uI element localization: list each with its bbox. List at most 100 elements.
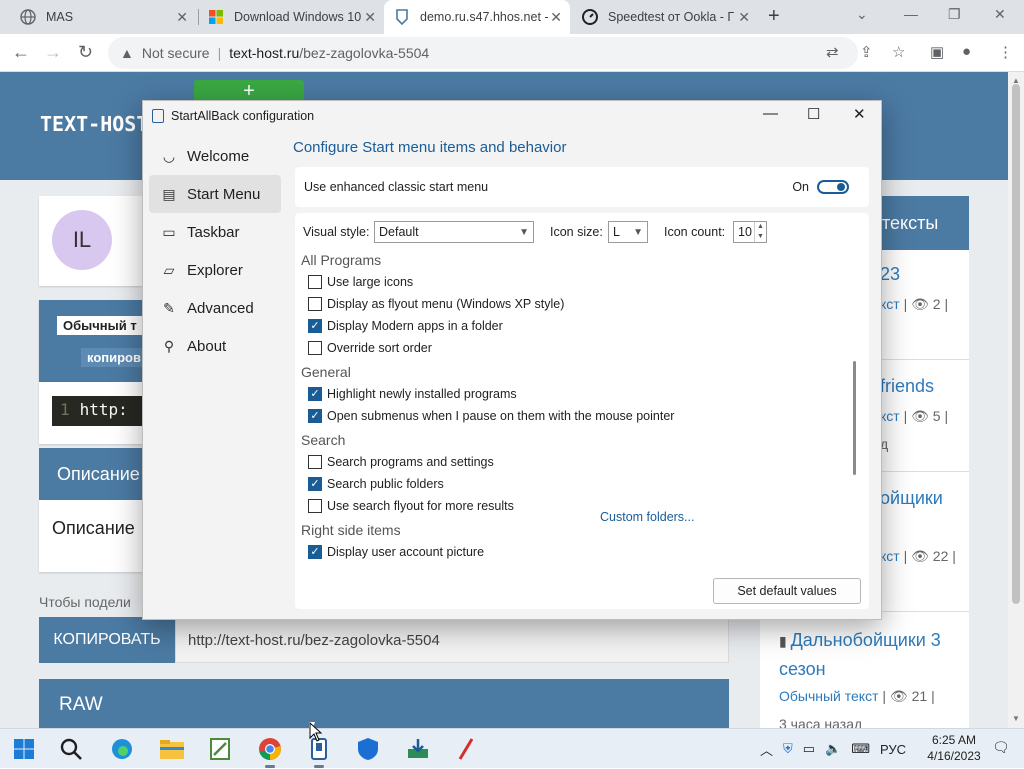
tab-download-windows[interactable]: Download Windows 10 ✕ — [198, 0, 384, 34]
close-tab-icon[interactable]: ✕ — [738, 9, 750, 26]
set-default-values-button[interactable]: Set default values — [713, 578, 861, 604]
icon-size-select[interactable]: L ▼ — [608, 221, 648, 243]
enhanced-start-menu-toggle[interactable] — [817, 180, 849, 194]
raw-header[interactable]: RAW — [39, 679, 729, 728]
tab-speedtest[interactable]: Speedtest от Ookla - Г ✕ — [572, 0, 758, 34]
group-general: General — [301, 364, 351, 380]
recent-text-title[interactable]: 23 — [880, 264, 900, 285]
checkbox[interactable]: ✓ — [308, 545, 322, 559]
keyboard-icon[interactable]: ⌨ — [851, 741, 870, 757]
custom-folders-link[interactable]: Custom folders... — [600, 510, 694, 524]
spinner-arrows-icon[interactable]: ▲ ▼ — [754, 222, 766, 242]
network-icon[interactable]: ▭ — [803, 741, 815, 757]
nav-taskbar[interactable]: ▭ Taskbar — [149, 213, 281, 251]
icon-count-spinner[interactable]: 10 ▲ ▼ — [733, 221, 767, 243]
tab-mas[interactable]: MAS ✕ — [10, 0, 196, 34]
start-menu-icon: ▤ — [162, 185, 176, 202]
checkbox[interactable]: ✓ — [308, 387, 322, 401]
new-tab-button[interactable]: + — [768, 5, 780, 28]
scroll-thumb[interactable] — [1012, 84, 1020, 604]
back-arrow-icon[interactable]: ← — [12, 42, 30, 63]
warning-icon[interactable]: ▲ — [120, 45, 134, 61]
profile-icon[interactable]: ● — [962, 43, 971, 60]
options-scrollbar[interactable] — [853, 361, 856, 475]
option-search-public-folders[interactable]: ✓ Search public folders — [308, 475, 444, 493]
copy-button[interactable]: КОПИРОВАТЬ — [39, 617, 175, 663]
translate-icon[interactable]: ⇄ — [826, 43, 839, 61]
checkbox[interactable] — [308, 499, 322, 513]
address-bar[interactable]: ▲ Not secure | text-host.ru/bez-zagolovk… — [108, 37, 858, 69]
group-search: Search — [301, 432, 346, 448]
side-panel-icon[interactable]: ▣ — [930, 43, 944, 61]
site-logo[interactable]: TEXT-HOST — [40, 112, 148, 136]
avatar[interactable]: IL — [52, 210, 112, 270]
scroll-down-icon[interactable]: ▼ — [1012, 714, 1020, 723]
share-icon[interactable]: ⇪ — [860, 43, 873, 61]
maximize-icon[interactable]: ☐ — [807, 105, 820, 123]
recent-text-title[interactable]: ойщики — [880, 488, 943, 509]
edge-browser-icon[interactable] — [108, 735, 136, 763]
language-indicator[interactable]: РУС — [880, 742, 906, 757]
checkbox[interactable] — [308, 297, 322, 311]
visual-style-select[interactable]: Default ▼ — [374, 221, 534, 243]
tab-demo-active[interactable]: demo.ru.s47.hhos.net - ✕ — [384, 0, 570, 34]
checkbox[interactable]: ✓ — [308, 409, 322, 423]
settings-nav: ◡ Welcome ▤ Start Menu ▭ Taskbar ▱ Explorer … — [149, 137, 281, 365]
menu-dots-icon[interactable]: ⋮ — [998, 43, 1013, 61]
option-display-user-picture[interactable]: ✓ Display user account picture — [308, 543, 484, 561]
close-window-icon[interactable]: ✕ — [994, 6, 1006, 23]
file-explorer-icon[interactable] — [158, 735, 186, 763]
notifications-icon[interactable]: 🗨 — [992, 739, 1010, 756]
nav-about[interactable]: ⚲ About — [149, 327, 281, 365]
code-block: 1 http: — [52, 396, 152, 426]
clock[interactable]: 6:25 AM 4/16/2023 — [924, 732, 984, 764]
option-search-flyout[interactable]: Use search flyout for more results — [308, 497, 514, 515]
option-modern-apps-folder[interactable]: ✓ Display Modern apps in a folder — [308, 317, 503, 335]
copy-small-button[interactable]: копиров — [81, 348, 147, 367]
app-download-icon[interactable] — [404, 735, 432, 763]
security-status[interactable]: Not secure — [142, 45, 210, 61]
security-shield-icon[interactable] — [354, 735, 382, 763]
checkbox[interactable]: ✓ — [308, 477, 322, 491]
shield-warning-icon[interactable]: ⛨ — [783, 741, 793, 757]
checkbox[interactable]: ✓ — [308, 319, 322, 333]
checkbox[interactable] — [308, 341, 322, 355]
mouse-cursor — [309, 722, 323, 742]
notepad-icon[interactable] — [206, 735, 234, 763]
pen-tool-icon[interactable] — [452, 735, 480, 763]
chrome-icon[interactable] — [256, 735, 284, 768]
page-scrollbar[interactable]: ▲ ▼ — [1008, 72, 1024, 728]
search-icon[interactable] — [57, 735, 85, 763]
reload-icon[interactable]: ↻ — [78, 42, 93, 63]
volume-icon[interactable]: 🔈 — [825, 741, 841, 757]
minimize-icon[interactable]: — — [904, 6, 918, 22]
tab-search-icon[interactable]: ⌄ — [856, 6, 868, 23]
close-tab-icon[interactable]: ✕ — [176, 9, 188, 26]
close-tab-icon[interactable]: ✕ — [550, 9, 562, 26]
nav-explorer[interactable]: ▱ Explorer — [149, 251, 281, 289]
forward-arrow-icon[interactable]: → — [44, 42, 62, 63]
option-use-large-icons[interactable]: Use large icons — [308, 273, 413, 291]
nav-welcome[interactable]: ◡ Welcome — [149, 137, 281, 175]
address-separator: | — [217, 45, 222, 61]
recent-text-title[interactable]: friends — [880, 376, 934, 397]
option-highlight-new-programs[interactable]: ✓ Highlight newly installed programs — [308, 385, 517, 403]
chevron-up-icon[interactable]: ︿ — [760, 740, 773, 759]
option-flyout-menu[interactable]: Display as flyout menu (Windows XP style… — [308, 295, 564, 313]
close-tab-icon[interactable]: ✕ — [364, 9, 376, 26]
checkbox[interactable] — [308, 455, 322, 469]
minimize-icon[interactable]: — — [763, 105, 778, 122]
recent-text-title[interactable]: ▮ Дальнобойщики 3 сезон — [779, 626, 959, 683]
checkbox[interactable] — [308, 275, 322, 289]
option-override-sort[interactable]: Override sort order — [308, 339, 432, 357]
start-button[interactable] — [10, 735, 38, 763]
recent-text-card[interactable]: ▮ Дальнобойщики 3 сезон Обычный текст | … — [760, 612, 969, 728]
option-search-programs-settings[interactable]: Search programs and settings — [308, 453, 494, 471]
nav-advanced[interactable]: ✎ Advanced — [149, 289, 281, 327]
nav-start-menu[interactable]: ▤ Start Menu — [149, 175, 281, 213]
option-open-submenus-on-hover[interactable]: ✓ Open submenus when I pause on them with… — [308, 407, 674, 425]
bookmark-star-icon[interactable]: ☆ — [892, 43, 905, 61]
copy-url-field[interactable]: http://text-host.ru/bez-zagolovka-5504 — [175, 617, 729, 663]
close-icon[interactable]: ✕ — [853, 105, 866, 123]
restore-icon[interactable]: ❐ — [948, 6, 961, 23]
